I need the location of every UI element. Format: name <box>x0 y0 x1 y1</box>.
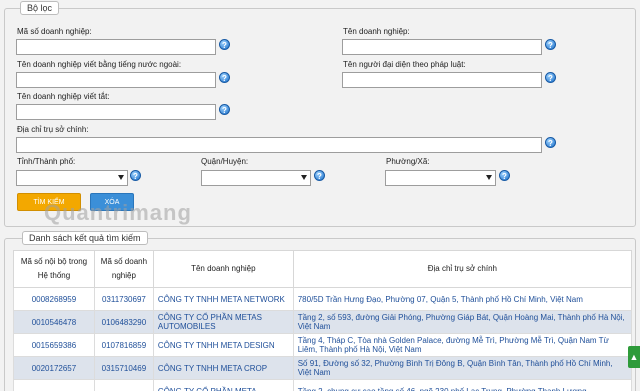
internal-id-cell[interactable]: 0020172657 <box>13 356 95 380</box>
results-table: Mã số nội bộ trong Hệ thống Mã số doanh … <box>13 250 633 391</box>
table-row[interactable]: 0020172657 0315710469 CÔNG TY TNHH META … <box>13 356 633 380</box>
company-name-input[interactable] <box>342 39 542 55</box>
help-icon[interactable]: ? <box>499 170 510 181</box>
table-row[interactable]: 0008268959 0311730697 CÔNG TY TNHH META … <box>13 287 633 311</box>
help-icon[interactable]: ? <box>545 39 556 50</box>
ward-select[interactable] <box>385 170 496 186</box>
column-header: Tên doanh nghiệp <box>152 250 294 288</box>
table-row[interactable]: 0010546478 0106483290 CÔNG TY CỔ PHẦN ME… <box>13 310 633 334</box>
address-cell: Tầng 2, số 593, đường Giải Phóng, Phường… <box>292 310 633 334</box>
tax-code-cell[interactable]: 0106483290 <box>93 310 154 334</box>
column-header: Mã số doanh nghiệp <box>93 250 154 288</box>
table-row[interactable]: CÔNG TY CỔ PHẦN META Tầng 2, chung cư ca… <box>13 379 633 391</box>
company-name-cell[interactable]: CÔNG TY TNHH META DESIGN <box>152 333 294 357</box>
chevron-down-icon <box>118 175 124 180</box>
address-input[interactable] <box>16 137 542 153</box>
company-name-cell[interactable]: CÔNG TY TNHH META CROP <box>152 356 294 380</box>
province-select[interactable] <box>16 170 128 186</box>
help-icon[interactable]: ? <box>314 170 325 181</box>
address-cell: Tầng 4, Tháp C, Tòa nhà Golden Palace, đ… <box>292 333 633 357</box>
column-header: Địa chỉ trụ sở chính <box>292 250 633 288</box>
tax-code-cell[interactable] <box>93 379 154 391</box>
address-cell: 780/5D Trần Hưng Đạo, Phường 07, Quận 5,… <box>292 287 633 311</box>
legal-rep-input[interactable] <box>342 72 542 88</box>
foreign-name-input[interactable] <box>16 72 216 88</box>
internal-id-cell[interactable] <box>13 379 95 391</box>
ward-label: Phường/Xã: <box>386 157 430 166</box>
tax-code-label: Mã số doanh nghiệp: <box>17 27 92 36</box>
company-name-cell[interactable]: CÔNG TY CỔ PHẦN METAS AUTOMOBILES <box>152 310 294 334</box>
help-icon[interactable]: ? <box>219 104 230 115</box>
tax-code-cell[interactable]: 0311730697 <box>93 287 154 311</box>
address-label: Địa chỉ trụ sở chính: <box>17 125 89 134</box>
province-label: Tỉnh/Thành phố: <box>17 157 76 166</box>
tax-code-input[interactable] <box>16 39 216 55</box>
legal-rep-label: Tên người đại diện theo pháp luật: <box>343 60 466 69</box>
short-name-label: Tên doanh nghiệp viết tắt: <box>17 92 110 101</box>
company-name-cell[interactable]: CÔNG TY TNHH META NETWORK <box>152 287 294 311</box>
short-name-input[interactable] <box>16 104 216 120</box>
help-icon[interactable]: ? <box>545 137 556 148</box>
results-legend: Danh sách kết quả tìm kiếm <box>22 231 148 245</box>
side-tab-button[interactable]: ▲ <box>628 346 640 368</box>
filter-legend: Bộ lọc <box>20 1 60 15</box>
foreign-name-label: Tên doanh nghiệp viết bằng tiếng nước ng… <box>17 60 182 69</box>
internal-id-cell[interactable]: 0008268959 <box>13 287 95 311</box>
internal-id-cell[interactable]: 0010546478 <box>13 310 95 334</box>
chevron-down-icon <box>486 175 492 180</box>
address-cell: Số 91, Đường số 32, Phường Bình Trị Đông… <box>292 356 633 380</box>
district-label: Quận/Huyện: <box>201 157 249 166</box>
company-name-cell[interactable]: CÔNG TY CỔ PHẦN META <box>152 379 294 391</box>
company-name-label: Tên doanh nghiệp: <box>343 27 410 36</box>
internal-id-cell[interactable]: 0015659386 <box>13 333 95 357</box>
help-icon[interactable]: ? <box>219 72 230 83</box>
district-select[interactable] <box>201 170 311 186</box>
address-cell: Tầng 2, chung cư cao tầng số 46, ngõ 230… <box>292 379 633 391</box>
table-row[interactable]: 0015659386 0107816859 CÔNG TY TNHH META … <box>13 333 633 357</box>
watermark-logo: Quantrimang <box>44 200 192 225</box>
help-icon[interactable]: ? <box>545 72 556 83</box>
help-icon[interactable]: ? <box>130 170 141 181</box>
tax-code-cell[interactable]: 0107816859 <box>93 333 154 357</box>
tax-code-cell[interactable]: 0315710469 <box>93 356 154 380</box>
help-icon[interactable]: ? <box>219 39 230 50</box>
column-header: Mã số nội bộ trong Hệ thống <box>13 250 95 288</box>
chevron-down-icon <box>301 175 307 180</box>
